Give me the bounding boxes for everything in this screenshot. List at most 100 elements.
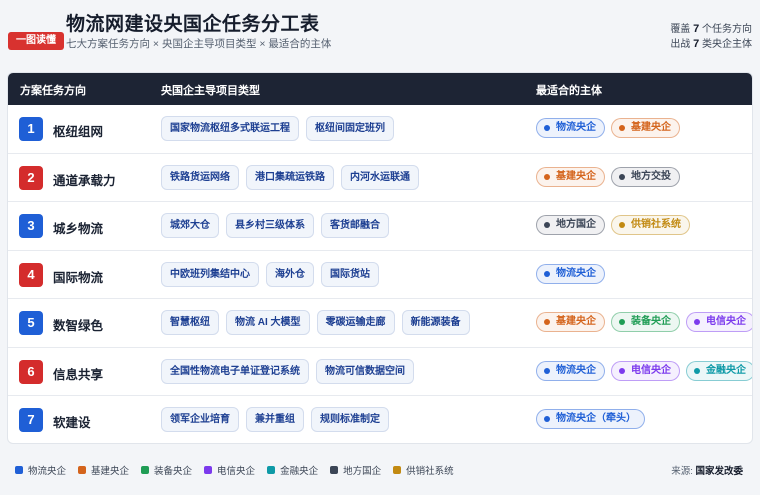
- entity-list: 物流央企: [536, 263, 605, 284]
- project-type-tag: 国家物流枢纽多式联运工程: [161, 116, 299, 141]
- legend-label: 供销社系统: [406, 466, 454, 477]
- table-row: 6 信息共享 全国性物流电子单证登记系统 物流可信数据空间 物流央企 电信央企 金融央企: [8, 348, 752, 396]
- entity-label: 金融央企: [706, 364, 746, 376]
- stat-directions: 覆盖 7 个任务方向: [670, 23, 752, 35]
- entity-pill: 物流央企（牵头）: [536, 409, 645, 429]
- entity-dot-icon: [619, 173, 625, 180]
- project-type-tag: 港口集疏运铁路: [246, 164, 334, 190]
- project-types: 国家物流枢纽多式联运工程 枢纽间固定班列: [161, 116, 394, 141]
- entity-dot-icon: [544, 367, 550, 374]
- entity-list: 基建央企 地方交投: [536, 166, 680, 187]
- legend-label: 装备央企: [154, 466, 193, 477]
- entity-pill: 基建央企: [611, 118, 680, 138]
- project-type-tag: 规则标准制定: [311, 407, 389, 432]
- project-type-tag: 中欧班列集结中心: [161, 261, 259, 287]
- legend: 物流央企 基建央企 装备央企 电信央企 金融央企 地方国企 供销社系统: [15, 463, 454, 477]
- entity-list: 物流央企 基建央企: [536, 118, 680, 138]
- project-types: 中欧班列集结中心 海外仓 国际货站: [161, 261, 379, 287]
- project-type-tag: 新能源装备: [401, 310, 470, 335]
- entity-dot-icon: [544, 173, 550, 180]
- entity-dot-icon: [544, 125, 550, 131]
- entity-label: 地方交投: [631, 170, 671, 182]
- project-type-tag: 国际货站: [321, 261, 379, 287]
- project-type-tag: 领军企业培育: [161, 407, 239, 432]
- entity-label: 基建央企: [556, 316, 596, 327]
- project-type-tag: 城郊大仓: [161, 213, 219, 238]
- entity-pill: 物流央企: [536, 263, 605, 284]
- table-header: 方案任务方向 央国企主导项目类型 最适合的主体: [8, 73, 752, 105]
- entity-list: 物流央企 电信央企 金融央企: [536, 360, 752, 381]
- row-number: 7: [19, 408, 43, 432]
- stat-entities: 出战 7 类央企主体: [670, 38, 752, 50]
- entity-pill: 电信央企: [686, 312, 752, 332]
- project-types: 智慧枢纽 物流 AI 大模型 零碳运输走廊 新能源装备: [161, 310, 470, 335]
- project-type-tag: 枢纽间固定班列: [306, 116, 394, 141]
- legend-swatch-icon: [141, 466, 150, 474]
- col-entities: 最适合的主体: [536, 85, 602, 97]
- entity-pill: 供销社系统: [611, 215, 690, 235]
- entity-label: 电信央企: [706, 316, 746, 327]
- legend-item: 地方国企: [330, 463, 381, 477]
- entity-dot-icon: [694, 319, 700, 325]
- entity-pill: 金融央企: [686, 360, 752, 381]
- project-type-tag: 海外仓: [266, 261, 314, 287]
- entity-label: 物流央企（牵头）: [556, 413, 636, 424]
- project-type-tag: 县乡村三级体系: [226, 213, 314, 238]
- legend-label: 地方国企: [343, 466, 382, 477]
- entity-label: 物流央企: [556, 364, 596, 376]
- entity-label: 基建央企: [631, 122, 671, 133]
- task-direction: 城乡物流: [53, 222, 104, 236]
- table-row: 5 数智绿色 智慧枢纽 物流 AI 大模型 零碳运输走廊 新能源装备 基建央企 装备央企 电信央…: [8, 299, 752, 348]
- legend-label: 物流央企: [28, 466, 67, 477]
- project-type-tag: 客货邮融合: [321, 213, 389, 238]
- task-direction: 数智绿色: [53, 319, 104, 333]
- col-types: 央国企主导项目类型: [161, 85, 260, 97]
- row-number: 1: [19, 117, 43, 141]
- page-subtitle: 七大方案任务方向 × 央国企主导项目类型 × 最适合的主体: [66, 38, 332, 50]
- project-type-tag: 智慧枢纽: [161, 310, 219, 335]
- legend-item: 金融央企: [267, 463, 318, 477]
- legend-label: 基建央企: [91, 466, 130, 477]
- entity-label: 供销社系统: [631, 219, 681, 230]
- task-table: 方案任务方向 央国企主导项目类型 最适合的主体 1 枢纽组网 国家物流枢纽多式联运工…: [7, 72, 753, 444]
- header-stats: 覆盖 7 个任务方向 出战 7 类央企主体: [670, 22, 752, 52]
- entity-pill: 装备央企: [611, 312, 680, 332]
- legend-swatch-icon: [393, 466, 402, 474]
- task-direction: 软建设: [53, 416, 91, 430]
- entity-label: 电信央企: [631, 364, 671, 376]
- entity-label: 物流央企: [556, 122, 596, 133]
- entity-pill: 基建央企: [536, 312, 605, 332]
- legend-swatch-icon: [330, 466, 339, 474]
- entity-pill: 物流央企: [536, 360, 605, 381]
- legend-swatch-icon: [15, 466, 23, 474]
- entity-dot-icon: [544, 270, 550, 277]
- legend-label: 电信央企: [217, 466, 256, 477]
- entity-dot-icon: [694, 367, 700, 374]
- project-type-tag: 铁路货运网络: [161, 164, 239, 190]
- table-row: 2 通道承载力 铁路货运网络 港口集疏运铁路 内河水运联通 基建央企 地方交投: [8, 154, 752, 202]
- table-row: 1 枢纽组网 国家物流枢纽多式联运工程 枢纽间固定班列 物流央企 基建央企: [8, 105, 752, 154]
- project-type-tag: 全国性物流电子单证登记系统: [161, 358, 309, 384]
- entity-pill: 基建央企: [536, 166, 605, 187]
- entity-dot-icon: [544, 416, 550, 422]
- task-direction: 国际物流: [53, 270, 104, 285]
- entity-dot-icon: [544, 222, 550, 228]
- row-number: 2: [19, 165, 43, 190]
- project-types: 领军企业培育 兼并重组 规则标准制定: [161, 407, 389, 432]
- project-type-tag: 零碳运输走廊: [316, 310, 395, 335]
- entity-label: 基建央企: [556, 170, 596, 182]
- project-type-tag: 物流 AI 大模型: [226, 310, 310, 335]
- row-number: 5: [19, 311, 43, 335]
- entity-dot-icon: [544, 319, 550, 325]
- row-number: 6: [19, 359, 43, 384]
- legend-swatch-icon: [204, 466, 213, 474]
- legend-item: 物流央企: [15, 463, 66, 477]
- table-body: 1 枢纽组网 国家物流枢纽多式联运工程 枢纽间固定班列 物流央企 基建央企 2 通道承载力 铁路…: [8, 105, 752, 443]
- legend-item: 装备央企: [141, 463, 192, 477]
- entity-dot-icon: [619, 367, 625, 374]
- legend-item: 电信央企: [204, 463, 255, 477]
- legend-item: 供销社系统: [393, 463, 454, 477]
- entity-list: 地方国企 供销社系统: [536, 215, 690, 235]
- project-types: 铁路货运网络 港口集疏运铁路 内河水运联通: [161, 164, 419, 190]
- header: 一图读懂 物流网建设央国企任务分工表 七大方案任务方向 × 央国企主导项目类型 …: [0, 0, 760, 60]
